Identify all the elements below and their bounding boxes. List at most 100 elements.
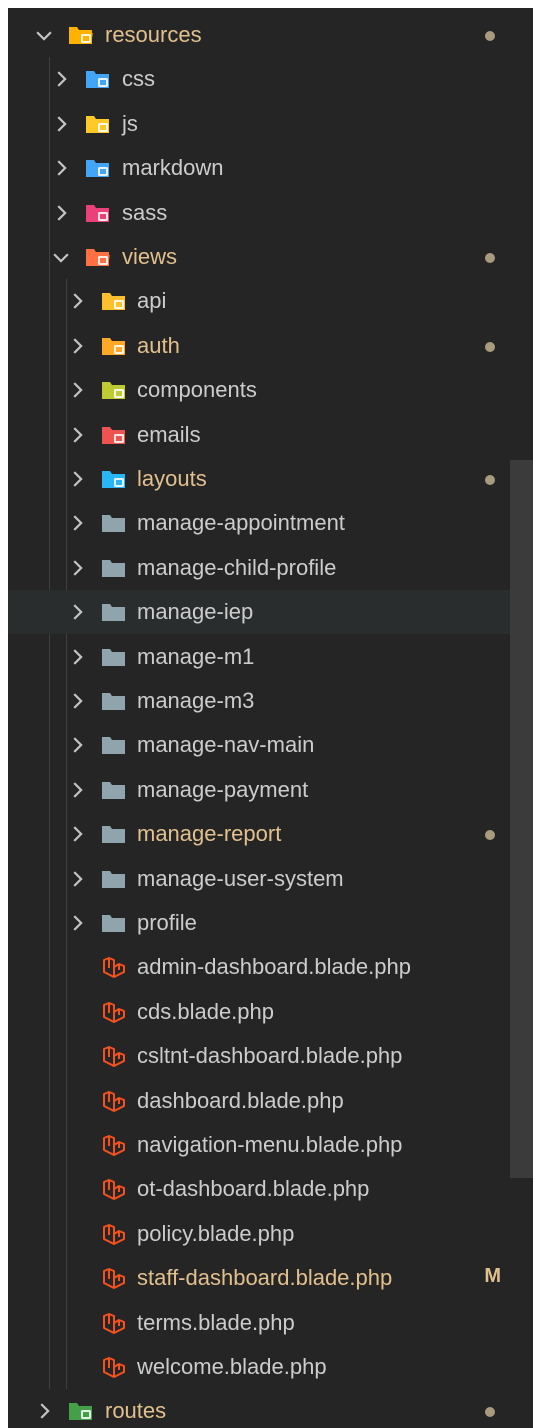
tree-item-folder-components[interactable]: components xyxy=(8,368,533,412)
tree-item-label: manage-user-system xyxy=(137,865,344,891)
folder-emails-icon xyxy=(101,423,127,447)
tree-item-folder-manage-m3[interactable]: manage-m3 xyxy=(8,679,533,723)
tree-item-folder-manage-iep[interactable]: manage-iep xyxy=(8,590,533,635)
tree-item-folder-profile[interactable]: profile xyxy=(8,901,533,945)
chevron-right-icon[interactable] xyxy=(50,157,72,179)
tree-item-folder-manage-user-system[interactable]: manage-user-system xyxy=(8,857,533,901)
chevron-right-icon[interactable] xyxy=(66,468,88,490)
tree-item-folder-manage-appointment[interactable]: manage-appointment xyxy=(8,501,533,545)
tree-item-label: terms.blade.php xyxy=(137,1309,295,1335)
tree-item-file-cds[interactable]: cds.blade.php xyxy=(8,990,533,1034)
chevron-right-icon[interactable] xyxy=(66,290,88,312)
chevron-right-icon[interactable] xyxy=(66,734,88,756)
tree-item-label: emails xyxy=(137,421,201,447)
tree-item-label: policy.blade.php xyxy=(137,1220,295,1246)
tree-item-folder-api[interactable]: api xyxy=(8,279,533,323)
tree-item-label: staff-dashboard.blade.php xyxy=(137,1265,393,1291)
folder-api-icon xyxy=(101,289,127,313)
tree-item-file-dashboard[interactable]: dashboard.blade.php xyxy=(8,1079,533,1123)
tree-item-file-ot-dashboard[interactable]: ot-dashboard.blade.php xyxy=(8,1167,533,1211)
folder-icon xyxy=(101,600,127,624)
modified-indicator-dot xyxy=(485,341,495,352)
modified-indicator-dot xyxy=(485,31,495,41)
folder-css-icon xyxy=(85,67,111,91)
tree-item-folder-sass[interactable]: sass xyxy=(8,191,533,235)
folder-sass-icon xyxy=(85,201,111,225)
folder-icon xyxy=(101,867,127,891)
chevron-right-icon[interactable] xyxy=(50,202,72,224)
tree-item-file-csltnt-dashboard[interactable]: csltnt-dashboard.blade.php xyxy=(8,1034,533,1078)
tree-item-folder-emails[interactable]: emails xyxy=(8,413,533,457)
chevron-right-icon[interactable] xyxy=(66,779,88,801)
folder-routes-icon xyxy=(68,1399,94,1423)
chevron-right-icon[interactable] xyxy=(66,379,88,401)
tree-item-label: sass xyxy=(122,199,168,225)
chevron-down-icon[interactable] xyxy=(33,24,55,46)
tree-item-label: cds.blade.php xyxy=(137,998,274,1024)
modified-indicator-dot xyxy=(485,1407,495,1418)
chevron-right-icon[interactable] xyxy=(66,601,88,623)
laravel-blade-icon xyxy=(101,1355,127,1379)
chevron-right-icon[interactable] xyxy=(66,868,88,890)
chevron-right-icon[interactable] xyxy=(66,690,88,712)
tree-item-folder-routes[interactable]: routes xyxy=(8,1389,533,1428)
tree-item-folder-manage-nav-main[interactable]: manage-nav-main xyxy=(8,723,533,767)
chevron-right-icon[interactable] xyxy=(66,646,88,668)
chevron-right-icon[interactable] xyxy=(66,823,88,845)
tree-item-file-terms[interactable]: terms.blade.php xyxy=(8,1301,533,1345)
chevron-right-icon[interactable] xyxy=(33,1400,55,1422)
tree-item-label: admin-dashboard.blade.php xyxy=(137,954,411,980)
chevron-right-icon[interactable] xyxy=(66,557,88,579)
tree-item-file-navigation-menu[interactable]: navigation-menu.blade.php xyxy=(8,1123,533,1167)
tree-item-folder-resources[interactable]: resources xyxy=(8,13,533,57)
tree-item-folder-views[interactable]: views xyxy=(8,235,533,279)
explorer-panel: resources css js markdown sass views api auth co… xyxy=(8,8,533,1428)
tree-item-label: manage-m1 xyxy=(137,643,255,669)
laravel-blade-icon xyxy=(101,1177,127,1201)
laravel-blade-icon xyxy=(101,1000,127,1024)
chevron-right-icon[interactable] xyxy=(50,68,72,90)
folder-icon xyxy=(101,689,127,713)
tree-item-folder-markdown[interactable]: markdown xyxy=(8,146,533,190)
tree-item-file-admin-dashboard[interactable]: admin-dashboard.blade.php xyxy=(8,945,533,989)
tree-item-label: manage-iep xyxy=(137,599,254,625)
scrollbar-thumb[interactable] xyxy=(510,460,533,1178)
tree-item-folder-manage-payment[interactable]: manage-payment xyxy=(8,768,533,812)
tree-item-file-welcome[interactable]: welcome.blade.php xyxy=(8,1345,533,1389)
tree-item-folder-js[interactable]: js xyxy=(8,102,533,146)
tree-item-label: components xyxy=(137,377,257,403)
folder-components-icon xyxy=(101,378,127,402)
tree-item-label: ot-dashboard.blade.php xyxy=(137,1176,370,1202)
chevron-right-icon[interactable] xyxy=(66,424,88,446)
tree-item-label: js xyxy=(122,110,138,136)
tree-item-label: dashboard.blade.php xyxy=(137,1087,344,1113)
chevron-right-icon[interactable] xyxy=(50,113,72,135)
tree-item-folder-layouts[interactable]: layouts xyxy=(8,457,533,501)
tree-item-folder-manage-m1[interactable]: manage-m1 xyxy=(8,635,533,679)
tree-item-folder-manage-child-profile[interactable]: manage-child-profile xyxy=(8,546,533,590)
tree-item-label: auth xyxy=(137,332,180,358)
tree-item-folder-auth[interactable]: auth xyxy=(8,324,533,368)
tree-item-label: navigation-menu.blade.php xyxy=(137,1132,403,1157)
tree-item-label: markdown xyxy=(122,155,224,181)
laravel-blade-icon xyxy=(101,1311,127,1335)
tree-item-file-policy[interactable]: policy.blade.php xyxy=(8,1212,533,1256)
folder-auth-icon xyxy=(101,334,127,358)
folder-icon xyxy=(101,911,127,935)
chevron-right-icon[interactable] xyxy=(66,512,88,534)
folder-views-icon xyxy=(85,245,111,269)
git-status-badge: M xyxy=(484,1265,501,1288)
tree-item-folder-manage-report[interactable]: manage-report xyxy=(8,812,533,856)
folder-markdown-icon xyxy=(85,156,111,180)
chevron-down-icon[interactable] xyxy=(50,246,72,268)
tree-item-label: views xyxy=(122,244,178,269)
tree-item-file-staff-dashboard[interactable]: staff-dashboard.blade.php M xyxy=(8,1256,533,1300)
chevron-right-icon[interactable] xyxy=(66,912,88,934)
folder-icon xyxy=(101,511,127,535)
tree-item-folder-css[interactable]: css xyxy=(8,57,533,101)
modified-indicator-dot xyxy=(485,253,495,263)
tree-item-label: csltnt-dashboard.blade.php xyxy=(137,1043,403,1069)
tree-item-label: routes xyxy=(105,1398,167,1424)
modified-indicator-dot xyxy=(485,830,495,841)
chevron-right-icon[interactable] xyxy=(66,335,88,357)
